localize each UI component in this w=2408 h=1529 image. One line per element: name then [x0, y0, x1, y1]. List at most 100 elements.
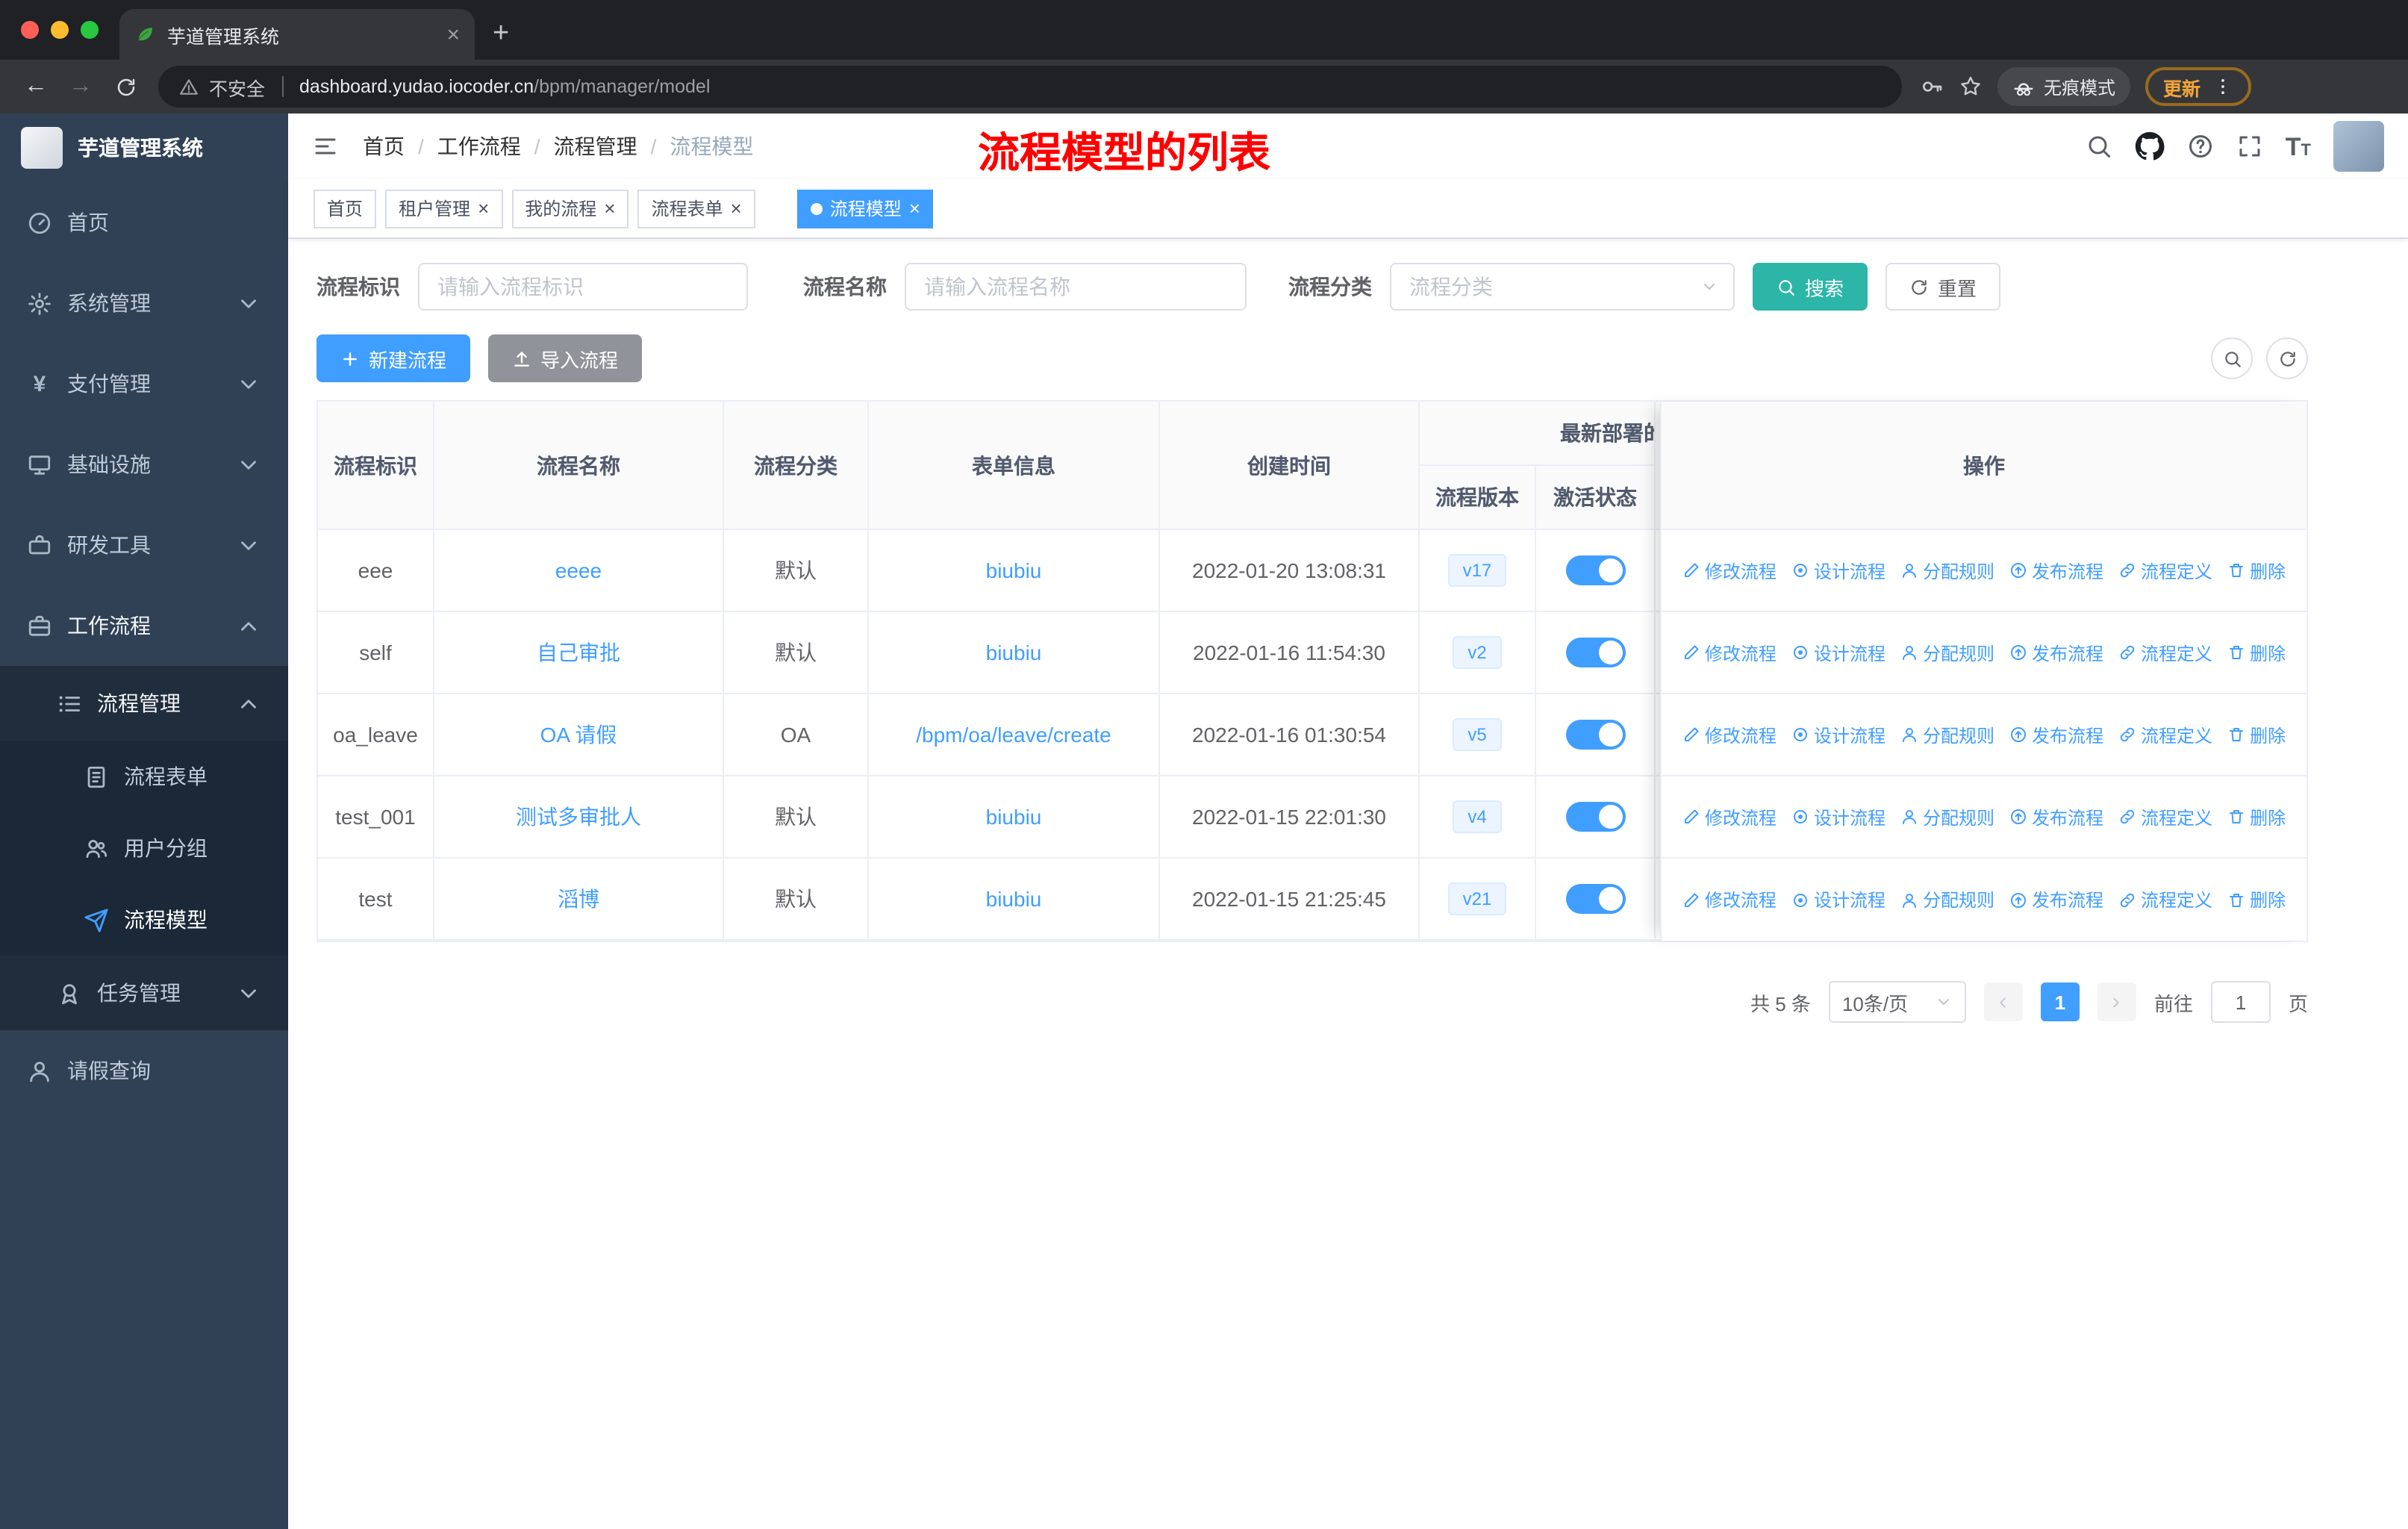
- close-icon[interactable]: [604, 199, 615, 218]
- process-definition-link[interactable]: 流程定义: [2118, 887, 2212, 912]
- prev-page-button[interactable]: [1983, 983, 2023, 1021]
- sidebar-item-process-model[interactable]: 流程模型: [0, 884, 288, 956]
- close-icon[interactable]: [731, 199, 742, 218]
- publish-process-link[interactable]: 发布流程: [2009, 558, 2103, 583]
- create-process-button[interactable]: 新建流程: [316, 334, 471, 382]
- back-button[interactable]: ←: [15, 66, 57, 108]
- browser-tab[interactable]: 芋道管理系统: [119, 9, 475, 60]
- window-minimize-button[interactable]: [51, 21, 69, 39]
- active-toggle[interactable]: [1565, 638, 1625, 667]
- form-info-link[interactable]: /bpm/oa/leave/create: [916, 723, 1111, 747]
- design-process-link[interactable]: 设计流程: [1791, 640, 1885, 665]
- breadcrumb-item[interactable]: 工作流程: [437, 131, 521, 161]
- process-name-link[interactable]: eeee: [555, 558, 602, 582]
- help-icon[interactable]: [2187, 133, 2214, 160]
- active-toggle[interactable]: [1565, 555, 1625, 585]
- publish-process-link[interactable]: 发布流程: [2009, 804, 2103, 829]
- assign-rule-link[interactable]: 分配规则: [1900, 558, 1994, 583]
- sidebar-item-payment[interactable]: 支付管理: [0, 343, 288, 424]
- delete-process-link[interactable]: 删除: [2227, 722, 2286, 747]
- process-category-select[interactable]: 流程分类: [1390, 263, 1735, 311]
- tag-process-model[interactable]: 流程模型: [796, 189, 934, 228]
- browser-menu-icon[interactable]: [2212, 76, 2233, 97]
- close-icon[interactable]: [478, 199, 489, 218]
- delete-process-link[interactable]: 删除: [2227, 640, 2286, 665]
- search-button[interactable]: 搜索: [1753, 263, 1868, 311]
- sidebar-item-home[interactable]: 首页: [0, 182, 288, 263]
- active-toggle[interactable]: [1565, 720, 1625, 750]
- sidebar-item-task-mgmt[interactable]: 任务管理: [0, 956, 288, 1030]
- design-process-link[interactable]: 设计流程: [1791, 558, 1885, 583]
- breadcrumb-item[interactable]: 流程管理: [554, 131, 637, 161]
- delete-process-link[interactable]: 删除: [2227, 558, 2286, 583]
- edit-process-link[interactable]: 修改流程: [1682, 558, 1777, 583]
- fullscreen-icon[interactable]: [2236, 133, 2263, 160]
- sidebar-item-devtools[interactable]: 研发工具: [0, 505, 288, 585]
- font-size-icon[interactable]: [2286, 134, 2311, 159]
- tag-home[interactable]: 首页: [314, 189, 377, 228]
- next-page-button[interactable]: [2097, 983, 2136, 1021]
- address-bar[interactable]: 不安全 dashboard.yudao.iocoder.cn/bpm/manag…: [158, 66, 1902, 108]
- bookmark-star-icon[interactable]: [1959, 75, 1983, 99]
- delete-process-link[interactable]: 删除: [2227, 887, 2286, 912]
- tag-tenant[interactable]: 租户管理: [385, 189, 503, 228]
- form-info-link[interactable]: biubiu: [986, 887, 1042, 911]
- page-size-select[interactable]: 10条/页: [1828, 981, 1966, 1023]
- assign-rule-link[interactable]: 分配规则: [1900, 804, 1994, 829]
- reset-button[interactable]: 重置: [1885, 263, 2001, 311]
- password-key-icon[interactable]: [1920, 75, 1944, 99]
- sidebar-item-process-mgmt[interactable]: 流程管理: [0, 666, 288, 741]
- goto-page-input[interactable]: [2210, 981, 2271, 1023]
- process-name-link[interactable]: 测试多审批人: [516, 802, 641, 832]
- publish-process-link[interactable]: 发布流程: [2009, 640, 2103, 665]
- process-definition-link[interactable]: 流程定义: [2118, 558, 2212, 583]
- delete-process-link[interactable]: 删除: [2227, 804, 2286, 829]
- design-process-link[interactable]: 设计流程: [1791, 804, 1885, 829]
- edit-process-link[interactable]: 修改流程: [1682, 722, 1777, 747]
- process-definition-link[interactable]: 流程定义: [2118, 640, 2212, 665]
- browser-update-button[interactable]: 更新: [2145, 67, 2252, 106]
- active-toggle[interactable]: [1565, 802, 1625, 832]
- active-toggle[interactable]: [1565, 884, 1625, 914]
- search-icon[interactable]: [2086, 133, 2112, 160]
- process-key-input[interactable]: [418, 263, 748, 311]
- assign-rule-link[interactable]: 分配规则: [1900, 887, 1994, 912]
- edit-process-link[interactable]: 修改流程: [1682, 804, 1777, 829]
- reload-button[interactable]: [105, 66, 146, 108]
- assign-rule-link[interactable]: 分配规则: [1900, 640, 1994, 665]
- tag-my-process[interactable]: 我的流程: [511, 189, 629, 228]
- form-info-link[interactable]: biubiu: [986, 641, 1042, 664]
- sidebar-item-user-group[interactable]: 用户分组: [0, 812, 288, 884]
- sidebar-item-workflow[interactable]: 工作流程: [0, 585, 288, 666]
- window-zoom-button[interactable]: [81, 21, 99, 39]
- forward-button[interactable]: →: [60, 66, 102, 108]
- process-definition-link[interactable]: 流程定义: [2118, 722, 2212, 747]
- publish-process-link[interactable]: 发布流程: [2009, 722, 2103, 747]
- toggle-search-button[interactable]: [2211, 337, 2253, 379]
- process-name-link[interactable]: OA 请假: [540, 720, 617, 750]
- security-label[interactable]: 不安全: [209, 72, 265, 101]
- window-close-button[interactable]: [21, 21, 39, 39]
- breadcrumb-item[interactable]: 首页: [363, 131, 405, 161]
- tag-process-form[interactable]: 流程表单: [637, 189, 755, 228]
- new-tab-button[interactable]: [493, 19, 509, 48]
- edit-process-link[interactable]: 修改流程: [1682, 640, 1777, 665]
- page-number-button[interactable]: 1: [2040, 983, 2080, 1021]
- form-info-link[interactable]: biubiu: [986, 558, 1042, 582]
- refresh-table-button[interactable]: [2266, 337, 2308, 379]
- sidebar-item-leave-query[interactable]: 请假查询: [0, 1030, 288, 1111]
- process-name-input[interactable]: [905, 263, 1247, 311]
- github-icon[interactable]: [2135, 131, 2165, 161]
- design-process-link[interactable]: 设计流程: [1791, 887, 1885, 912]
- sidebar-collapse-icon[interactable]: [312, 133, 339, 160]
- assign-rule-link[interactable]: 分配规则: [1900, 722, 1994, 747]
- import-process-button[interactable]: 导入流程: [488, 334, 643, 382]
- publish-process-link[interactable]: 发布流程: [2009, 887, 2103, 912]
- edit-process-link[interactable]: 修改流程: [1682, 887, 1777, 912]
- process-name-link[interactable]: 滔博: [558, 884, 599, 914]
- sidebar-item-infra[interactable]: 基础设施: [0, 424, 288, 505]
- form-info-link[interactable]: biubiu: [986, 805, 1042, 829]
- design-process-link[interactable]: 设计流程: [1791, 722, 1885, 747]
- close-icon[interactable]: [909, 199, 920, 218]
- tab-close-icon[interactable]: [446, 23, 460, 46]
